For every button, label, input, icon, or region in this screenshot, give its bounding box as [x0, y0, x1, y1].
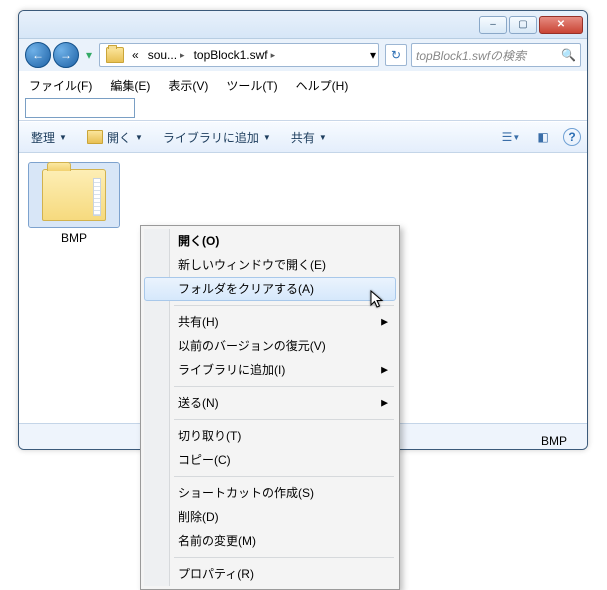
menu-tools[interactable]: ツール(T)	[222, 75, 281, 96]
title-bar: – ▢ ✕	[19, 11, 587, 39]
ctx-share[interactable]: 共有(H)▶	[144, 310, 396, 334]
ctx-separator	[174, 386, 394, 387]
ctx-delete[interactable]: 削除(D)	[144, 505, 396, 529]
help-button[interactable]: ?	[563, 128, 581, 146]
ctx-restore-versions[interactable]: 以前のバージョンの復元(V)	[144, 334, 396, 358]
cmd-organize[interactable]: 整理 ▼	[25, 127, 73, 148]
menu-edit[interactable]: 編集(E)	[106, 75, 154, 96]
view-options-button[interactable]: ☰ ▼	[499, 125, 523, 149]
folder-icon	[42, 169, 106, 221]
details-name: BMP	[541, 434, 577, 450]
forward-button[interactable]: →	[53, 42, 79, 68]
ctx-add-library[interactable]: ライブラリに追加(I)▶	[144, 358, 396, 382]
ctx-create-shortcut[interactable]: ショートカットの作成(S)	[144, 481, 396, 505]
ctx-cut[interactable]: 切り取り(T)	[144, 424, 396, 448]
preview-pane-button[interactable]: ◧	[531, 125, 555, 149]
context-menu: 開く(O) 新しいウィンドウで開く(E) フォルダをクリアする(A) 共有(H)…	[140, 225, 400, 590]
folder-icon	[106, 47, 124, 63]
address-dropdown-icon[interactable]: ▾	[370, 48, 376, 62]
breadcrumb-overflow[interactable]: «	[128, 44, 144, 66]
breadcrumb-current[interactable]: topBlock1.swf▸	[190, 44, 281, 66]
search-placeholder: topBlock1.swfの検索	[416, 47, 526, 64]
nav-buttons: ← →	[25, 42, 79, 68]
ctx-open-new-window[interactable]: 新しいウィンドウで開く(E)	[144, 253, 396, 277]
menu-file[interactable]: ファイル(F)	[25, 75, 96, 96]
search-icon[interactable]: 🔍	[561, 48, 576, 62]
minimize-button[interactable]: –	[479, 16, 507, 34]
ctx-copy[interactable]: コピー(C)	[144, 448, 396, 472]
close-button[interactable]: ✕	[539, 16, 583, 34]
search-input[interactable]: topBlock1.swfの検索 🔍	[411, 43, 581, 67]
menu-bar: ファイル(F) 編集(E) 表示(V) ツール(T) ヘルプ(H)	[19, 71, 587, 121]
ctx-clear-folder[interactable]: フォルダをクリアする(A)	[144, 277, 396, 301]
ctx-properties[interactable]: プロパティ(R)	[144, 562, 396, 586]
menu-view[interactable]: 表示(V)	[164, 75, 212, 96]
command-bar: 整理 ▼ 開く ▼ ライブラリに追加 ▼ 共有 ▼ ☰ ▼ ◧ ?	[19, 121, 587, 153]
folder-item-bmp[interactable]: BMP	[29, 163, 119, 245]
maximize-button[interactable]: ▢	[509, 16, 537, 34]
ctx-separator	[174, 557, 394, 558]
menu-help[interactable]: ヘルプ(H)	[292, 75, 353, 96]
open-folder-icon	[87, 130, 103, 144]
cmd-open[interactable]: 開く ▼	[81, 127, 149, 148]
nav-row: ← → ▾ « sou...▸ topBlock1.swf▸ ▾ ↻ topBl…	[19, 39, 587, 71]
details-type: ファイ	[541, 450, 577, 451]
cmd-share[interactable]: 共有 ▼	[285, 127, 333, 148]
nav-history-dropdown[interactable]: ▾	[83, 42, 95, 68]
filter-input[interactable]	[25, 98, 135, 118]
back-button[interactable]: ←	[25, 42, 51, 68]
address-bar[interactable]: « sou...▸ topBlock1.swf▸ ▾	[99, 43, 379, 67]
ctx-separator	[174, 476, 394, 477]
folder-label: BMP	[29, 231, 119, 245]
ctx-open[interactable]: 開く(O)	[144, 229, 396, 253]
ctx-separator	[174, 419, 394, 420]
ctx-send-to[interactable]: 送る(N)▶	[144, 391, 396, 415]
refresh-button[interactable]: ↻	[385, 44, 407, 66]
breadcrumb-parent[interactable]: sou...▸	[144, 44, 190, 66]
ctx-rename[interactable]: 名前の変更(M)	[144, 529, 396, 553]
cmd-add-library[interactable]: ライブラリに追加 ▼	[157, 127, 277, 148]
ctx-separator	[174, 305, 394, 306]
